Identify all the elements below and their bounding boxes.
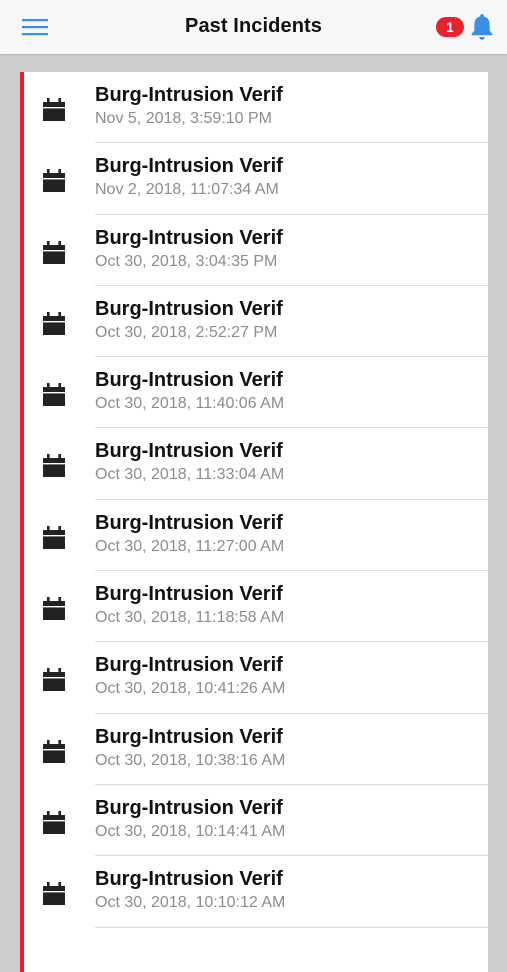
bell-icon xyxy=(471,14,493,40)
incident-title: Burg-Intrusion Verif xyxy=(95,369,283,392)
calendar-icon xyxy=(41,666,67,692)
incident-timestamp: Oct 30, 2018, 10:10:12 AM xyxy=(95,894,286,912)
incident-row[interactable]: Burg-Intrusion Verif Oct 30, 2018, 11:40:… xyxy=(24,357,488,429)
incident-row[interactable]: Burg-Intrusion Verif Oct 30, 2018, 10:10:… xyxy=(24,856,488,928)
incident-title: Burg-Intrusion Verif xyxy=(95,511,283,534)
calendar-icon xyxy=(41,595,67,621)
incident-timestamp: Oct 30, 2018, 11:18:58 AM xyxy=(95,609,285,627)
incident-timestamp: Oct 30, 2018, 11:33:04 AM xyxy=(95,466,285,484)
incident-title: Burg-Intrusion Verif xyxy=(95,654,283,677)
incident-row[interactable]: Burg-Intrusion Verif Oct 30, 2018, 11:33:… xyxy=(24,428,488,501)
calendar-icon xyxy=(41,310,67,336)
incident-row[interactable]: Burg-Intrusion Verif Oct 30, 2018, 11:27:… xyxy=(24,500,488,572)
calendar-icon xyxy=(41,880,67,906)
incident-timestamp: Oct 30, 2018, 11:27:00 AM xyxy=(95,537,285,555)
incident-row[interactable]: Burg-Intrusion Verif Nov 2, 2018, 11:07:3… xyxy=(24,143,488,215)
incident-title: Burg-Intrusion Verif xyxy=(95,297,283,320)
notifications-button[interactable]: 1 xyxy=(434,10,496,44)
calendar-icon xyxy=(41,524,67,550)
incident-row[interactable]: Burg-Intrusion Verif Oct 30, 2018, 10:38:… xyxy=(24,714,488,786)
incident-timestamp: Oct 30, 2018, 10:38:16 AM xyxy=(95,751,286,769)
incident-title: Burg-Intrusion Verif xyxy=(95,868,283,891)
incident-list: Burg-Intrusion Verif Nov 5, 2018, 3:59:10… xyxy=(20,72,488,972)
incident-title: Burg-Intrusion Verif xyxy=(95,725,283,748)
incident-timestamp: Oct 30, 2018, 11:40:06 AM xyxy=(95,395,285,413)
incident-title: Burg-Intrusion Verif xyxy=(95,155,283,178)
page-title: Past Incidents xyxy=(185,15,322,37)
incident-timestamp: Oct 30, 2018, 2:52:27 PM xyxy=(95,323,278,341)
incident-row[interactable]: Burg-Intrusion Verif Oct 30, 2018, 3:04:3… xyxy=(24,215,488,287)
incident-timestamp: Nov 2, 2018, 11:07:34 AM xyxy=(95,181,279,199)
incident-timestamp: Nov 5, 2018, 3:59:10 PM xyxy=(95,110,272,127)
incident-row[interactable]: Burg-Intrusion Verif Oct 30, 2018, 10:41:… xyxy=(24,642,488,714)
calendar-icon xyxy=(41,96,67,122)
incident-row[interactable]: Burg-Intrusion Verif Nov 5, 2018, 3:59:10… xyxy=(24,72,488,144)
calendar-icon xyxy=(41,381,67,407)
incident-row[interactable]: Burg-Intrusion Verif Oct 30, 2018, 11:18:… xyxy=(24,571,488,643)
notification-count-badge: 1 xyxy=(436,17,464,37)
calendar-icon xyxy=(41,167,67,193)
incident-title: Burg-Intrusion Verif xyxy=(95,226,283,249)
incident-timestamp: Oct 30, 2018, 10:41:26 AM xyxy=(95,680,286,698)
incident-timestamp: Oct 30, 2018, 10:14:41 AM xyxy=(95,822,286,840)
incident-title: Burg-Intrusion Verif xyxy=(95,583,283,606)
incident-timestamp: Oct 30, 2018, 3:04:35 PM xyxy=(95,252,278,270)
incident-row[interactable]: Burg-Intrusion Verif Oct 30, 2018, 2:52:2… xyxy=(24,286,488,358)
calendar-icon xyxy=(41,239,67,265)
incident-title: Burg-Intrusion Verif xyxy=(95,440,283,463)
incident-title: Burg-Intrusion Verif xyxy=(95,796,283,819)
app-header: Past Incidents 1 xyxy=(0,0,507,54)
calendar-icon xyxy=(41,738,67,764)
incident-title: Burg-Intrusion Verif xyxy=(95,84,283,106)
incident-row[interactable]: Burg-Intrusion Verif Oct 30, 2018, 10:14:… xyxy=(24,785,488,857)
calendar-icon xyxy=(41,452,67,478)
calendar-icon xyxy=(41,809,67,835)
